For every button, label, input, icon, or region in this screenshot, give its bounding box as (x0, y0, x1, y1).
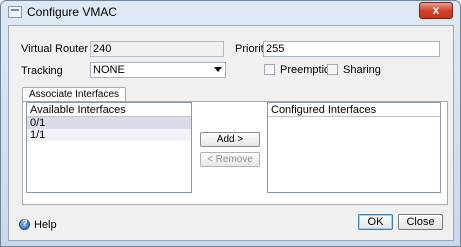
list-item[interactable]: 0/1 (27, 117, 191, 129)
configure-vmac-dialog: Configure VMAC x Virtual Router ID* 240 … (0, 0, 461, 247)
title-bar[interactable]: Configure VMAC x (1, 1, 460, 23)
associate-interfaces-panel: Available Interfaces 0/1 1/1 Add > < Rem… (22, 101, 448, 205)
close-window-button[interactable]: x (419, 2, 453, 19)
sharing-label: Sharing (343, 64, 381, 76)
available-interfaces-header: Available Interfaces (27, 103, 191, 117)
virtual-router-id-field[interactable]: 240 (90, 41, 224, 57)
add-button[interactable]: Add > (200, 132, 260, 147)
help-icon[interactable] (19, 218, 30, 230)
window-icon (8, 6, 22, 18)
help-link[interactable]: Help (34, 219, 57, 231)
tracking-label: Tracking (21, 65, 63, 77)
dialog-body: Virtual Router ID* 240 Priority 255 Trac… (8, 25, 454, 241)
configured-interfaces-header: Configured Interfaces (268, 103, 440, 117)
available-interfaces-list[interactable]: Available Interfaces 0/1 1/1 (26, 102, 192, 193)
preemption-checkbox[interactable] (264, 64, 275, 75)
tracking-select[interactable]: NONE (90, 62, 226, 78)
sharing-checkbox[interactable] (327, 64, 338, 75)
ok-button[interactable]: OK (358, 214, 393, 230)
configured-interfaces-list[interactable]: Configured Interfaces (267, 102, 441, 193)
list-item[interactable]: 1/1 (27, 129, 191, 141)
close-icon: x (432, 3, 440, 17)
window-title: Configure VMAC (27, 5, 118, 19)
priority-field[interactable]: 255 (263, 41, 440, 57)
chevron-down-icon (214, 67, 222, 72)
close-button[interactable]: Close (398, 214, 443, 230)
remove-button[interactable]: < Remove (200, 152, 260, 167)
tab-associate-interfaces[interactable]: Associate Interfaces (22, 87, 127, 102)
tracking-selected-value: NONE (93, 64, 125, 76)
